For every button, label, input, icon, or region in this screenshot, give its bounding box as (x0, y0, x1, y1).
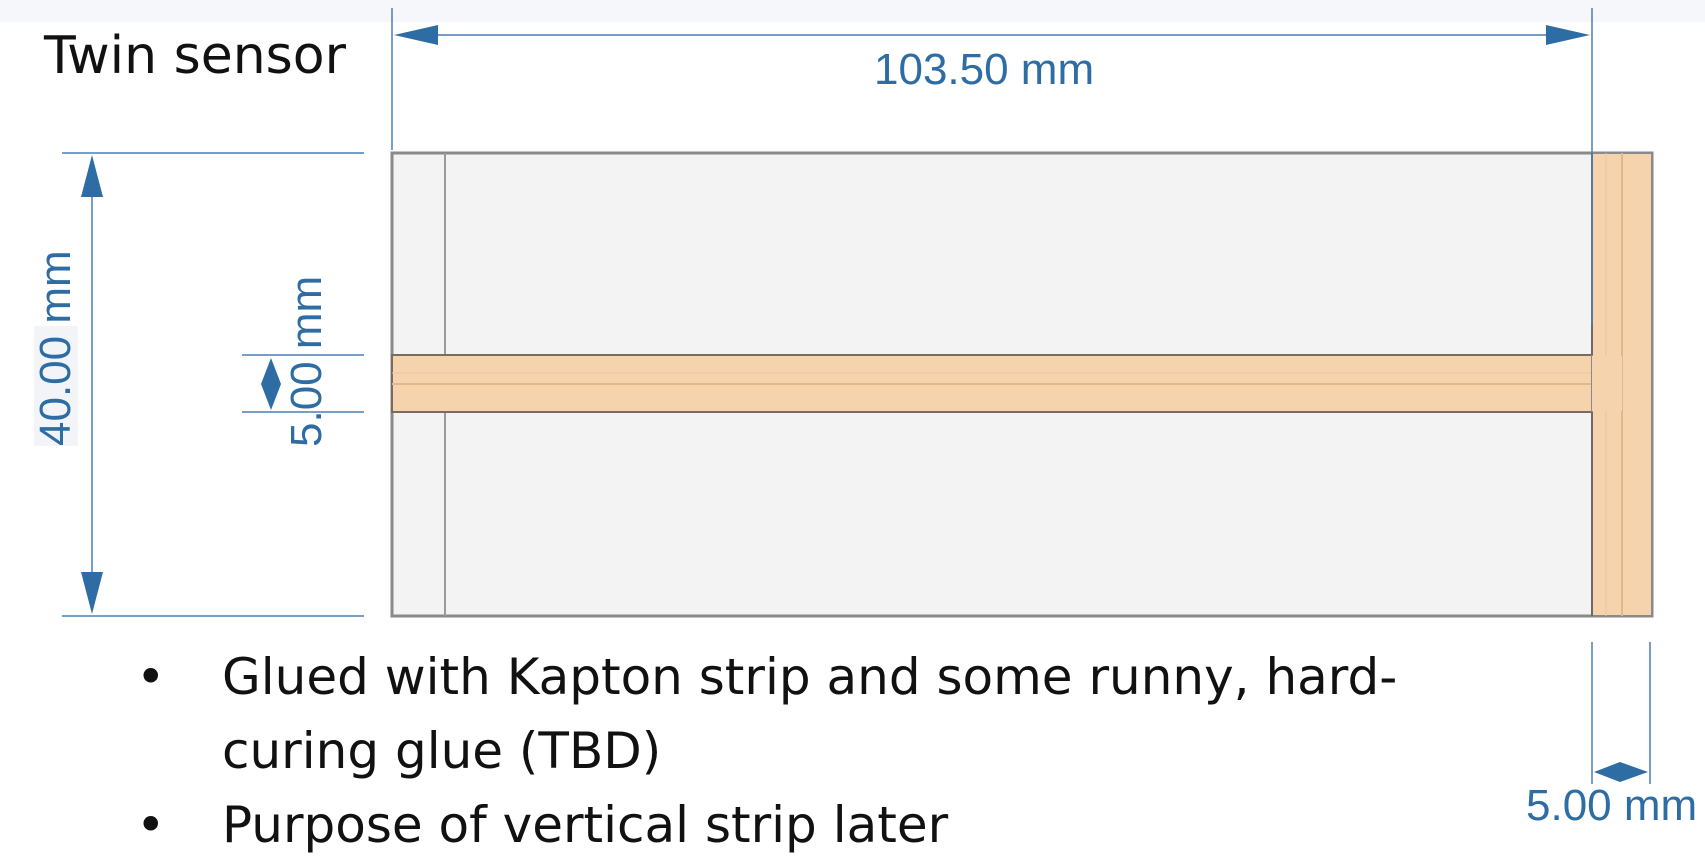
dimension-label-height: 40.00 mm (31, 250, 80, 446)
dimension-label-total-length: 103.50 mm (874, 45, 1095, 94)
list-item-text: Purpose of vertical strip later (222, 796, 949, 854)
list-item: • Purpose of vertical strip later (136, 788, 1516, 862)
list-item-text: Glued with Kapton strip and some runny, … (222, 648, 1398, 780)
slide-title: Twin sensor (44, 26, 346, 86)
dimension-vertical-strip (1591, 642, 1651, 784)
list-item: • Glued with Kapton strip and some runny… (136, 640, 1516, 788)
bullet-marker: • (136, 796, 166, 854)
dimension-label-horizontal-strip: 5.00 mm (282, 275, 331, 447)
dimension-label-vertical-strip: 5.00 mm (1526, 781, 1698, 830)
notes-list: • Glued with Kapton strip and some runny… (136, 640, 1516, 862)
bullet-marker: • (136, 648, 166, 706)
